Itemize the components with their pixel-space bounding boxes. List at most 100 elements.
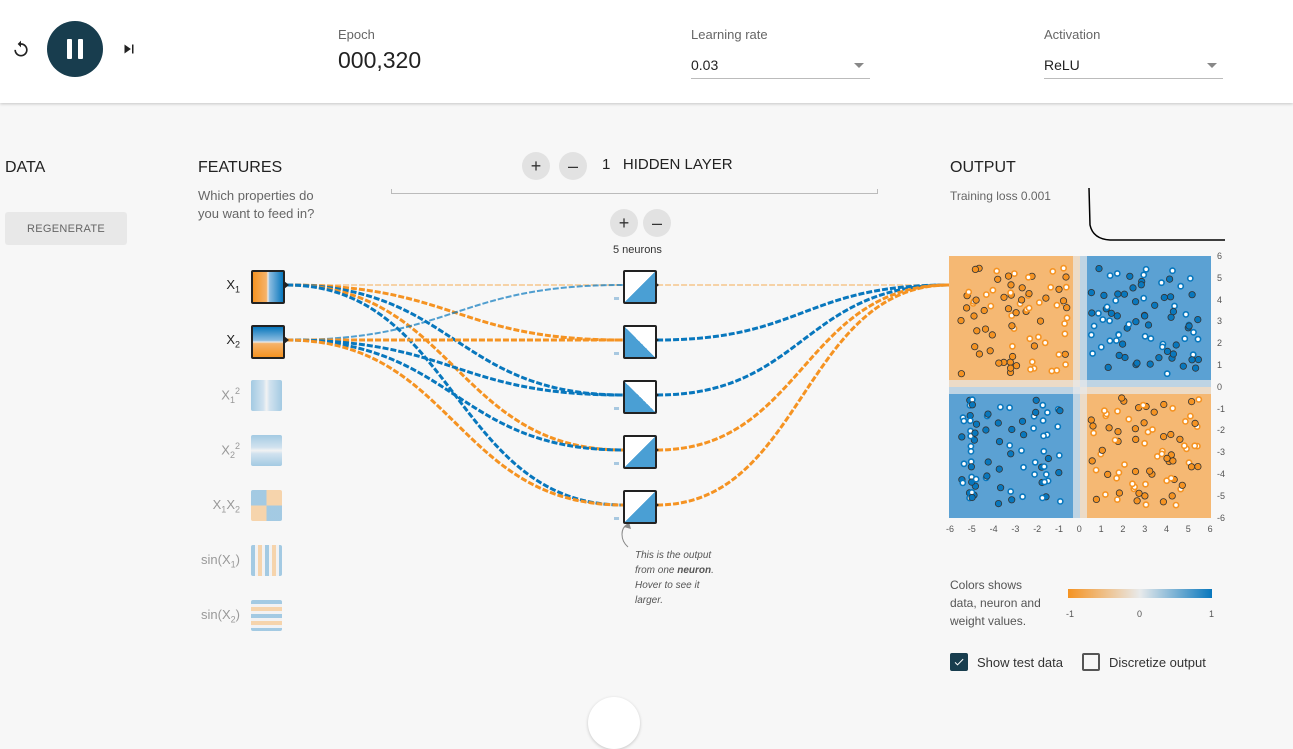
x-tick-label: 2 — [1120, 524, 1126, 534]
data-point — [1114, 290, 1122, 298]
data-point — [987, 302, 995, 310]
data-point — [1111, 436, 1119, 444]
link-n4-out[interactable] — [656, 283, 950, 452]
data-point — [1132, 298, 1140, 306]
annotation-bold: neuron — [677, 565, 712, 576]
feature-x1x2[interactable] — [251, 490, 282, 521]
data-point — [1169, 267, 1176, 275]
bias-marker — [614, 352, 619, 355]
feature-label-x1: X1 — [226, 277, 240, 295]
neuron-4[interactable] — [623, 435, 657, 469]
feature-x1[interactable] — [251, 270, 285, 304]
show-test-data-label: Show test data — [977, 654, 1063, 670]
data-point — [1163, 370, 1171, 378]
color-scale-bar — [1068, 589, 1212, 598]
data-point — [1008, 425, 1016, 434]
neuron-5[interactable] — [623, 490, 657, 524]
link-x2-n4[interactable] — [286, 338, 624, 452]
data-point — [982, 426, 990, 434]
annotation-line: Hover to see it — [635, 580, 700, 591]
data-point — [994, 500, 1003, 508]
data-point — [1035, 333, 1042, 341]
data-point — [1146, 360, 1154, 368]
data-point — [1106, 337, 1114, 345]
data-point — [995, 465, 1003, 473]
data-point — [972, 420, 981, 428]
data-point — [966, 417, 974, 425]
data-point — [1049, 267, 1057, 275]
colorbar-max: 1 — [1209, 609, 1215, 619]
feature-sin-x2[interactable] — [251, 600, 282, 631]
data-point — [960, 417, 968, 425]
data-point — [1006, 404, 1013, 412]
feature-sin-x1[interactable] — [251, 545, 282, 576]
data-point — [1025, 273, 1032, 281]
link-x2-n5[interactable] — [286, 338, 624, 507]
neuron-1[interactable] — [623, 270, 657, 304]
data-point — [1088, 309, 1096, 317]
data-point — [1125, 415, 1133, 423]
data-point — [1004, 305, 1013, 313]
data-point — [1172, 501, 1180, 509]
x-tick-label: 1 — [1098, 524, 1104, 534]
data-point — [1160, 293, 1168, 302]
feature-x1-squared[interactable] — [251, 380, 282, 411]
feature-label-sin-x2: sin(X2) — [201, 607, 240, 625]
data-point — [1006, 364, 1015, 372]
y-tick-label: 2 — [1217, 338, 1223, 349]
data-point — [957, 316, 965, 325]
neuron-3[interactable] — [623, 380, 657, 414]
legend-line: weight values. — [950, 614, 1027, 628]
feature-x2[interactable] — [251, 325, 285, 359]
data-point — [1141, 312, 1149, 320]
data-point — [1194, 315, 1202, 324]
link-n5-out[interactable] — [656, 283, 950, 507]
data-point — [1007, 488, 1015, 495]
annotation-line: This is the output — [635, 550, 712, 561]
data-point — [1169, 307, 1177, 316]
data-point — [968, 401, 976, 409]
data-point — [1007, 281, 1015, 289]
data-point — [1115, 351, 1123, 360]
data-point — [1121, 461, 1128, 468]
data-point — [1035, 299, 1043, 306]
data-point — [1104, 363, 1112, 372]
data-point — [971, 343, 979, 351]
data-point — [1090, 429, 1097, 437]
data-point — [1155, 354, 1163, 362]
data-point — [1178, 481, 1186, 489]
data-point — [1191, 442, 1199, 450]
link-x2-n3[interactable] — [286, 338, 624, 397]
discretize-output-checkbox[interactable]: Discretize output — [1082, 653, 1206, 671]
data-point — [1059, 297, 1068, 305]
data-point — [1047, 283, 1055, 291]
data-point — [1112, 297, 1120, 304]
feature-x2-squared[interactable] — [251, 435, 282, 466]
data-point — [1000, 293, 1008, 301]
data-point — [1100, 291, 1108, 300]
data-point — [1141, 332, 1149, 340]
data-point — [988, 331, 996, 339]
data-point — [973, 327, 981, 335]
data-point — [1055, 451, 1063, 459]
bottom-fab[interactable] — [588, 697, 640, 749]
show-test-data-checkbox[interactable]: Show test data — [950, 653, 1063, 671]
data-point — [1180, 442, 1188, 450]
data-point — [1179, 362, 1187, 370]
x-tick-label: 6 — [1207, 524, 1213, 534]
data-point — [1012, 362, 1021, 370]
data-point — [1163, 454, 1171, 462]
data-point — [1169, 457, 1177, 465]
link-n3-out[interactable] — [656, 283, 950, 397]
data-point — [1087, 331, 1095, 339]
output-heatmap[interactable] — [949, 256, 1211, 518]
data-point — [1146, 467, 1154, 475]
x-tick-label: 0 — [1076, 524, 1082, 534]
data-point — [1163, 347, 1172, 356]
data-point — [1140, 419, 1148, 427]
data-point — [1027, 366, 1034, 373]
data-point — [1053, 301, 1061, 309]
data-point — [1106, 272, 1114, 279]
data-point — [994, 275, 1002, 283]
neuron-2[interactable] — [623, 325, 657, 359]
